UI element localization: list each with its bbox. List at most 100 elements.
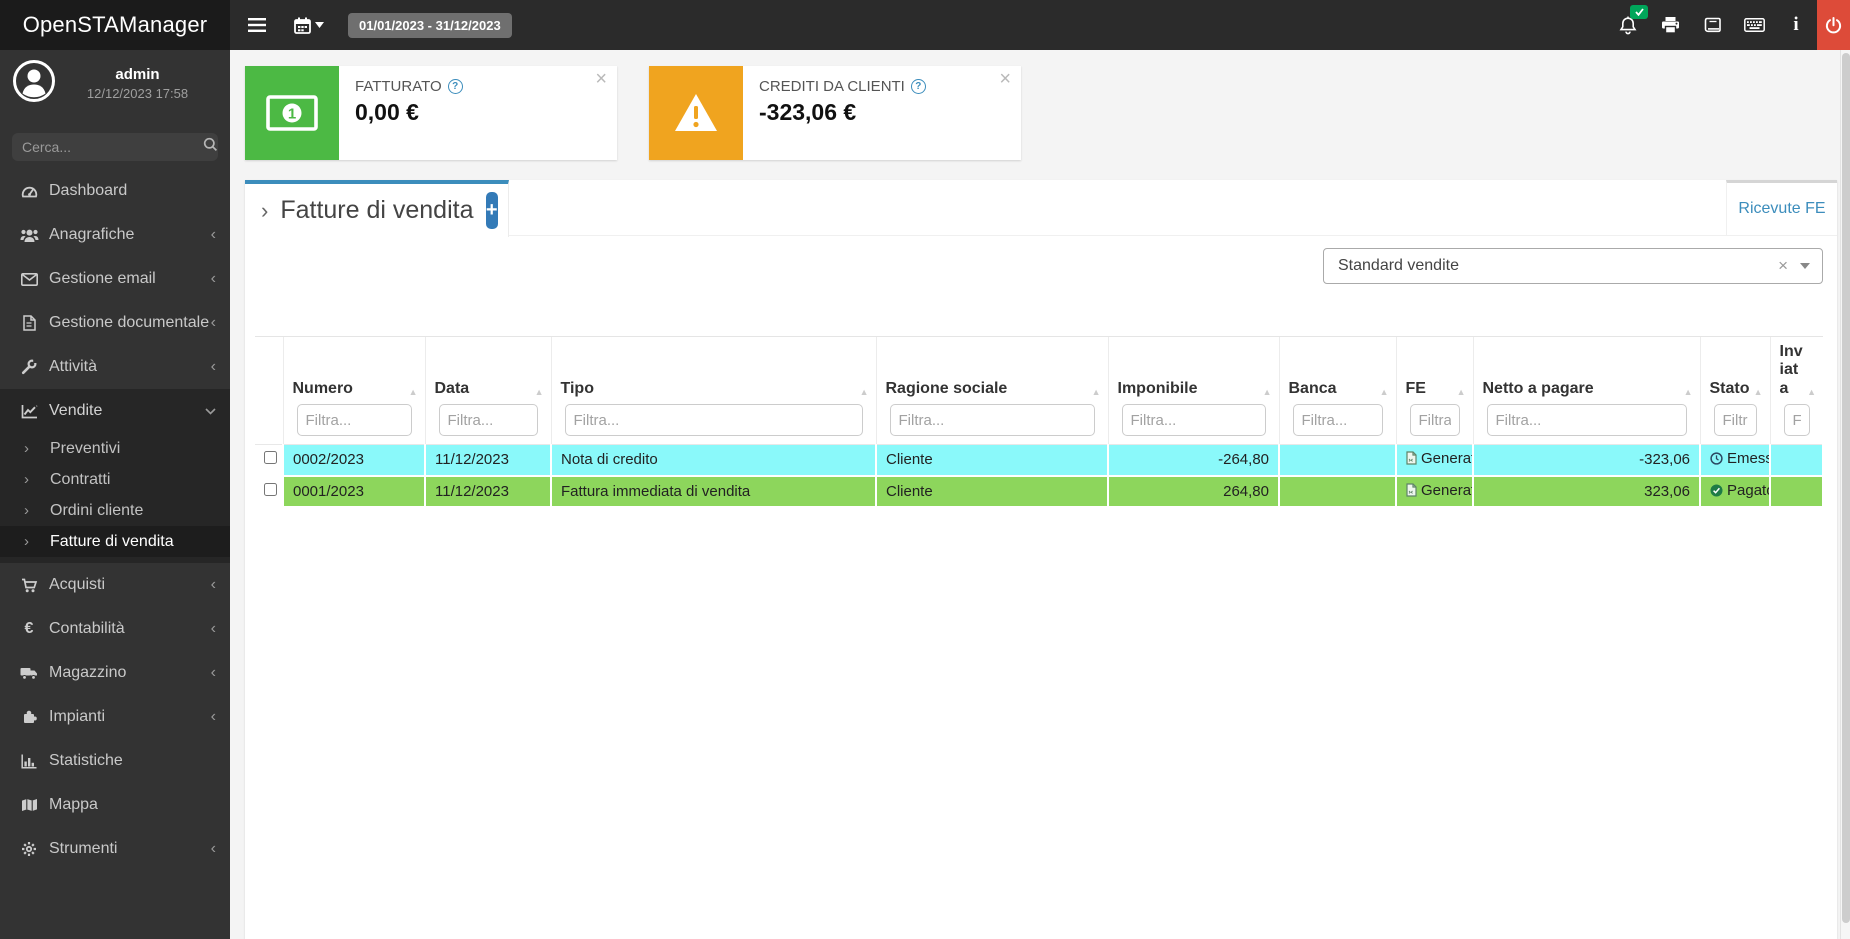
sidebar-nav: Dashboard Anagrafiche ‹ Gestione email ‹…	[0, 169, 230, 871]
column-header-fe[interactable]: FE ▲	[1395, 335, 1473, 446]
chart-line-icon	[18, 404, 40, 419]
column-header-data[interactable]: Data ▲	[424, 335, 551, 446]
sidebar-item-anagrafiche[interactable]: Anagrafiche ‹	[0, 213, 230, 257]
ricevute-fe-link[interactable]: Ricevute FE	[1738, 200, 1825, 218]
shortcuts-button[interactable]	[1733, 0, 1775, 50]
sidebar-search	[12, 133, 218, 161]
row-checkbox[interactable]	[264, 482, 277, 496]
search-input[interactable]	[22, 139, 203, 155]
sidebar-item-preventivi[interactable]: › Preventivi	[0, 433, 230, 464]
clock-icon	[1710, 452, 1723, 469]
sidebar-item-gestione-email[interactable]: Gestione email ‹	[0, 257, 230, 301]
filter-input-imponibile[interactable]	[1121, 404, 1266, 437]
help-icon[interactable]: ?	[447, 79, 463, 94]
select-all-header	[255, 335, 283, 446]
sidebar-item-magazzino[interactable]: Magazzino ‹	[0, 651, 230, 695]
sidebar-item-label: Impianti	[49, 708, 106, 725]
hamburger-menu-icon[interactable]	[244, 0, 270, 50]
cell-fe: Generata	[1396, 475, 1474, 508]
column-header-tipo[interactable]: Tipo ▲	[550, 335, 876, 446]
column-header-inviata[interactable]: Inviata ▲	[1769, 335, 1823, 446]
logout-button[interactable]	[1817, 0, 1850, 50]
close-icon[interactable]: ×	[595, 68, 607, 91]
row-checkbox[interactable]	[264, 451, 277, 465]
filter-input-tipo[interactable]	[564, 404, 863, 437]
filter-input-banca[interactable]	[1292, 404, 1383, 437]
close-icon[interactable]: ×	[999, 68, 1011, 91]
column-header-numero[interactable]: Numero ▲	[282, 335, 425, 446]
sidebar-item-vendite[interactable]: Vendite	[0, 389, 230, 433]
chevron-left-icon: ‹	[210, 270, 216, 287]
sidebar-item-label: Vendite	[49, 402, 103, 419]
sidebar-item-label: Gestione email	[49, 270, 156, 287]
chevron-down-icon	[205, 403, 216, 419]
chevron-left-icon: ‹	[210, 358, 216, 375]
xml-file-icon	[1406, 483, 1417, 501]
sidebar-item-label: Mappa	[49, 796, 98, 813]
check-circle-icon	[1710, 484, 1723, 501]
saved-filter-value: Standard vendite	[1338, 257, 1459, 274]
column-header-stato[interactable]: Stato ▲	[1699, 335, 1770, 446]
filter-input-data[interactable]	[438, 404, 538, 437]
chevron-left-icon: ‹	[210, 226, 216, 243]
truck-icon	[18, 666, 40, 680]
cell-banca	[1279, 475, 1397, 508]
table-row[interactable]: 0001/2023 11/12/2023 Fattura immediata d…	[255, 475, 1824, 508]
filter-input-stato[interactable]	[1713, 404, 1757, 437]
date-range-badge[interactable]: 01/01/2023 - 31/12/2023	[348, 12, 512, 38]
app-logo[interactable]: OpenSTAManager	[0, 0, 230, 50]
chevron-down-icon[interactable]	[1800, 263, 1810, 269]
info-button[interactable]: i	[1775, 0, 1817, 50]
vendite-submenu-block: Vendite › Preventivi › Contratti › Ordin…	[0, 389, 230, 563]
sidebar-item-dashboard[interactable]: Dashboard	[0, 169, 230, 213]
sidebar-item-mappa[interactable]: Mappa	[0, 783, 230, 827]
book-icon	[1704, 17, 1721, 32]
sidebar-item-contabilita[interactable]: € Contabilità ‹	[0, 607, 230, 651]
sidebar-item-acquisti[interactable]: Acquisti ‹	[0, 563, 230, 607]
cell-netto-a-pagare: 323,06	[1473, 475, 1701, 508]
filter-input-numero[interactable]	[296, 404, 412, 437]
avatar[interactable]	[13, 60, 55, 107]
tab-fatture-di-vendita[interactable]: › Fatture di vendita +	[245, 180, 509, 237]
sidebar-item-fatture-di-vendita[interactable]: › Fatture di vendita	[0, 526, 230, 557]
tab-ricevute-fe[interactable]: Ricevute FE	[1726, 180, 1837, 235]
notifications-bell-button[interactable]	[1607, 0, 1649, 50]
clear-filter-icon[interactable]: ×	[1766, 256, 1800, 276]
column-header-ragione-sociale[interactable]: Ragione sociale ▲	[875, 335, 1108, 446]
sidebar-item-impianti[interactable]: Impianti ‹	[0, 695, 230, 739]
calendar-icon[interactable]	[290, 0, 328, 50]
sidebar-item-strumenti[interactable]: Strumenti ‹	[0, 827, 230, 871]
sidebar-item-ordini-cliente[interactable]: › Ordini cliente	[0, 495, 230, 526]
sidebar-item-statistiche[interactable]: Statistiche	[0, 739, 230, 783]
table-row[interactable]: 0002/2023 11/12/2023 Nota di credito Cli…	[255, 444, 1824, 477]
help-icon[interactable]: ?	[910, 79, 926, 94]
info-boxes-row: 1 FATTURATO ? 0,00 € × CREDITI DA CLIENT…	[245, 66, 1021, 160]
sort-icon: ▲	[1091, 386, 1101, 397]
info-box-crediti: CREDITI DA CLIENTI ? -323,06 € ×	[649, 66, 1021, 160]
filter-input-ragione-sociale[interactable]	[889, 404, 1095, 437]
sidebar-item-attivita[interactable]: Attività ‹	[0, 345, 230, 389]
add-invoice-button[interactable]: +	[485, 192, 498, 229]
column-header-netto-a-pagare[interactable]: Netto a pagare ▲	[1472, 335, 1700, 446]
chevron-left-icon: ‹	[210, 576, 216, 593]
filters-row: Standard vendite ×	[245, 236, 1837, 284]
row-checkbox-cell	[255, 444, 284, 477]
filter-input-inviata[interactable]	[1783, 404, 1810, 437]
sort-icon: ▲	[1379, 386, 1389, 397]
filter-input-fe[interactable]	[1409, 404, 1460, 437]
info-box-value: -323,06 €	[759, 99, 857, 125]
scrollbar-thumb[interactable]	[1842, 53, 1850, 923]
info-box-fatturato: 1 FATTURATO ? 0,00 € ×	[245, 66, 617, 160]
print-button[interactable]	[1649, 0, 1691, 50]
power-icon	[1825, 16, 1842, 33]
filter-input-netto-a-pagare[interactable]	[1486, 404, 1687, 437]
sidebar-item-gestione-documentale[interactable]: Gestione documentale ‹	[0, 301, 230, 345]
sidebar-item-contratti[interactable]: › Contratti	[0, 464, 230, 495]
docs-button[interactable]	[1691, 0, 1733, 50]
column-header-banca[interactable]: Banca ▲	[1278, 335, 1396, 446]
chevron-right-icon: ›	[24, 471, 29, 488]
sort-icon: ▲	[534, 386, 544, 397]
notifications-status-badge	[1630, 5, 1648, 19]
saved-filter-select[interactable]: Standard vendite ×	[1323, 248, 1823, 284]
column-header-imponibile[interactable]: Imponibile ▲	[1107, 335, 1279, 446]
